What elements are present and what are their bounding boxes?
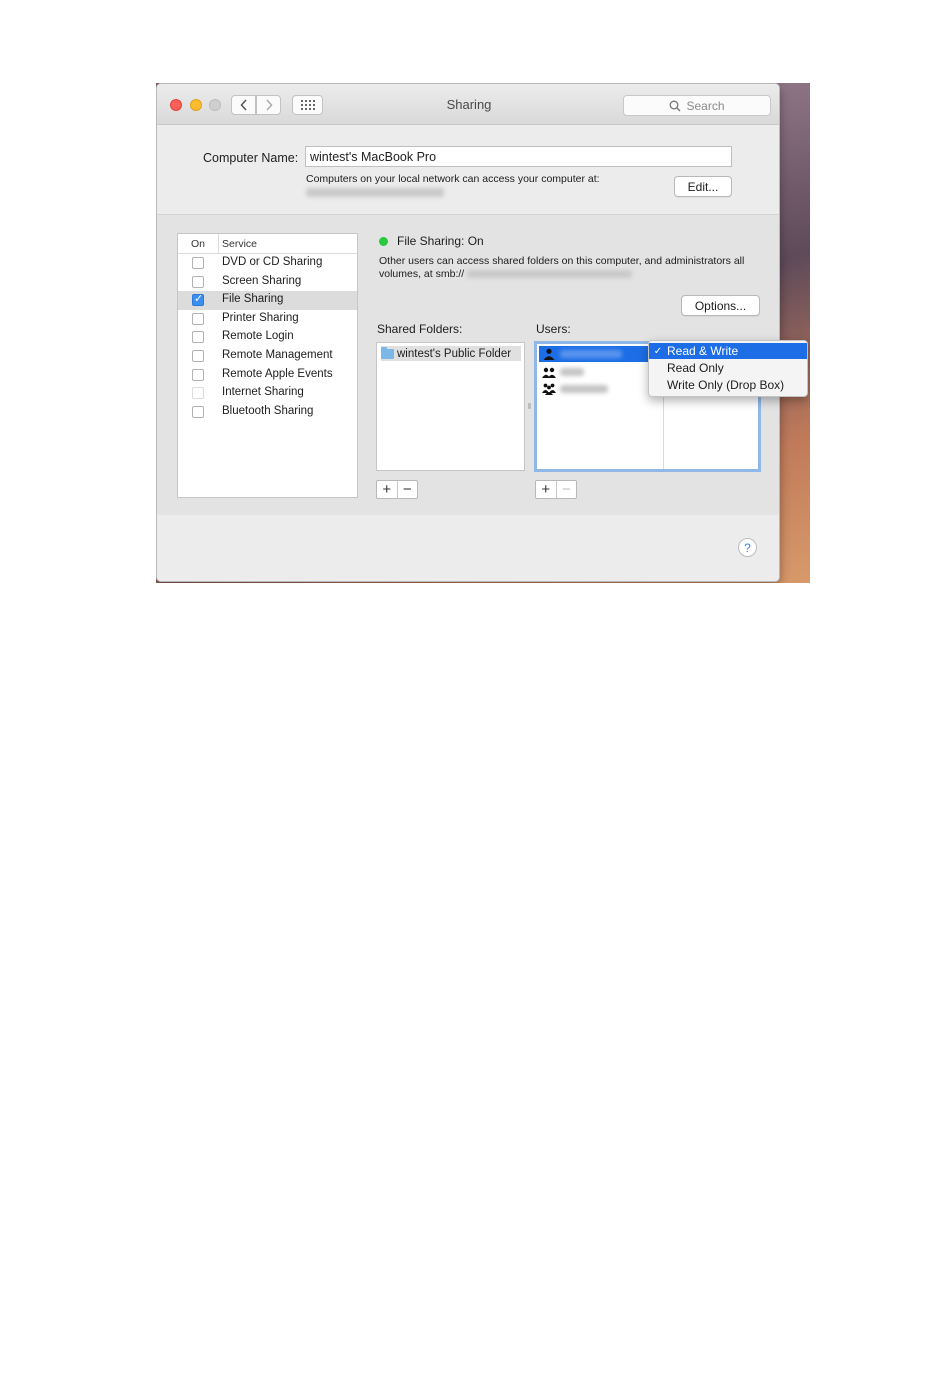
- service-checkbox[interactable]: [192, 257, 204, 269]
- edit-button[interactable]: Edit...: [674, 176, 732, 197]
- chevron-right-icon: [265, 99, 273, 111]
- service-checkbox[interactable]: [192, 331, 204, 344]
- user-row-owner[interactable]: [539, 346, 659, 362]
- service-checkbox[interactable]: [192, 275, 204, 288]
- chevron-left-icon: [239, 99, 247, 111]
- service-row-remote-apple-events[interactable]: Remote Apple Events: [178, 366, 357, 385]
- service-label: Internet Sharing: [222, 386, 304, 399]
- column-header-service: Service: [222, 238, 258, 250]
- zoom-button[interactable]: [209, 99, 221, 111]
- service-row-remote-login[interactable]: Remote Login: [178, 328, 357, 347]
- service-row-printer-sharing[interactable]: Printer Sharing: [178, 310, 357, 329]
- shared-folder-item[interactable]: wintest's Public Folder: [381, 346, 521, 361]
- network-access-note: Computers on your local network can acce…: [306, 173, 600, 185]
- file-sharing-status: File Sharing: On: [397, 234, 484, 248]
- window-title: Sharing: [446, 97, 492, 112]
- everyone-group-icon: [542, 383, 556, 396]
- add-folder-button[interactable]: +: [377, 481, 397, 498]
- shared-folder-label: wintest's Public Folder: [397, 347, 512, 360]
- window-footer: ?: [157, 515, 779, 581]
- service-label: DVD or CD Sharing: [222, 256, 323, 268]
- search-icon: [670, 100, 681, 111]
- split-view-handle[interactable]: [528, 403, 531, 409]
- service-label: File Sharing: [222, 293, 284, 306]
- service-label: Screen Sharing: [222, 274, 302, 287]
- service-row-file-sharing[interactable]: File Sharing: [178, 291, 357, 310]
- service-list-header: On Service: [178, 234, 357, 254]
- remove-user-button[interactable]: −: [555, 481, 577, 498]
- back-button[interactable]: [231, 95, 256, 115]
- options-button[interactable]: Options...: [681, 295, 760, 316]
- menu-item-read-only[interactable]: Read Only: [649, 360, 807, 376]
- menu-item-label: Read & Write: [667, 344, 739, 358]
- service-row-bluetooth-sharing[interactable]: Bluetooth Sharing: [178, 403, 357, 422]
- service-row-remote-management[interactable]: Remote Management: [178, 347, 357, 366]
- show-all-button[interactable]: [292, 95, 323, 115]
- local-address-redacted: [306, 188, 444, 197]
- add-user-button[interactable]: +: [536, 481, 556, 498]
- smb-address-redacted: [467, 270, 633, 279]
- user-row-everyone[interactable]: [539, 381, 659, 397]
- users-label: Users:: [536, 322, 571, 336]
- service-row-internet-sharing[interactable]: Internet Sharing: [178, 384, 357, 403]
- permission-popup-menu: ✓ Read & Write Read Only Write Only (Dro…: [648, 340, 808, 397]
- service-label: Remote Management: [222, 348, 333, 361]
- service-checkbox[interactable]: [192, 312, 204, 325]
- search-placeholder: Search: [686, 98, 725, 113]
- computer-name-input[interactable]: wintest's MacBook Pro: [305, 146, 732, 167]
- service-checkbox[interactable]: [192, 368, 204, 381]
- service-checkbox[interactable]: [192, 405, 204, 418]
- title-bar: Sharing Search: [157, 84, 779, 125]
- screenshot-area: Sharing Search Computer Name: wintest's …: [156, 83, 810, 583]
- menu-item-write-only[interactable]: Write Only (Drop Box): [649, 377, 807, 393]
- shared-folders-label: Shared Folders:: [377, 322, 463, 336]
- single-user-icon: [542, 348, 556, 361]
- shared-folders-list: wintest's Public Folder: [376, 342, 525, 471]
- service-checkbox-checked[interactable]: [192, 292, 204, 307]
- service-label: Printer Sharing: [222, 311, 299, 324]
- remove-folder-button[interactable]: −: [396, 481, 418, 498]
- menu-item-read-write[interactable]: ✓ Read & Write: [649, 343, 807, 359]
- forward-button[interactable]: [256, 95, 281, 115]
- service-checkbox[interactable]: [192, 387, 204, 400]
- service-row-dvd-cd-sharing[interactable]: DVD or CD Sharing: [178, 254, 357, 273]
- checkmark-icon: ✓: [653, 345, 663, 357]
- sharing-window: Sharing Search Computer Name: wintest's …: [156, 83, 780, 582]
- service-row-screen-sharing[interactable]: Screen Sharing: [178, 273, 357, 292]
- group-icon: [542, 366, 556, 379]
- service-label: Bluetooth Sharing: [222, 404, 314, 417]
- column-divider: [218, 234, 219, 253]
- shared-folders-add-remove: + −: [376, 480, 418, 499]
- menu-item-label: Write Only (Drop Box): [667, 378, 785, 392]
- help-button[interactable]: ?: [738, 538, 757, 557]
- computer-name-section: Computer Name: wintest's MacBook Pro Com…: [157, 125, 779, 215]
- menu-item-label: Read Only: [667, 361, 724, 375]
- user-name-redacted: [560, 385, 608, 393]
- service-checkbox[interactable]: [192, 349, 204, 362]
- service-label: Remote Login: [222, 330, 294, 343]
- grid-icon: [300, 100, 315, 110]
- folder-icon: [381, 346, 394, 359]
- user-row-staff[interactable]: [539, 364, 659, 380]
- search-field[interactable]: Search: [623, 95, 771, 116]
- user-name-redacted: [560, 368, 584, 376]
- minimize-button[interactable]: [190, 99, 202, 111]
- service-label: Remote Apple Events: [222, 367, 333, 380]
- close-button[interactable]: [170, 99, 182, 111]
- users-add-remove: + −: [535, 480, 577, 499]
- file-sharing-description: Other users can access shared folders on…: [379, 255, 759, 281]
- service-list: On Service DVD or CD Sharing Screen Shar…: [177, 233, 358, 498]
- column-header-on: On: [191, 238, 206, 250]
- user-name-redacted: [560, 350, 622, 358]
- computer-name-label: Computer Name:: [203, 151, 299, 165]
- status-indicator-icon: [379, 237, 388, 246]
